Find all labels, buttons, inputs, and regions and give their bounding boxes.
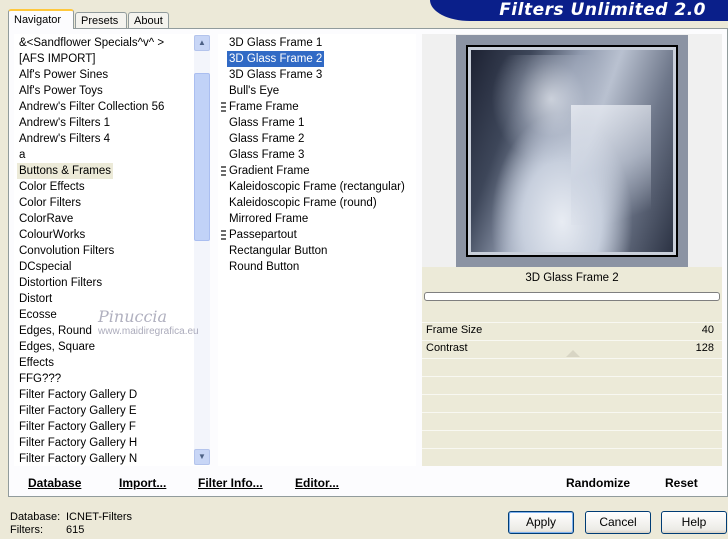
filter-item[interactable]: Mirrored Frame bbox=[229, 211, 308, 227]
scroll-thumb[interactable] bbox=[194, 73, 210, 241]
slider-value: 128 bbox=[695, 342, 714, 354]
category-scrollbar[interactable]: ▲ ▼ bbox=[194, 35, 210, 465]
import-button[interactable]: Import... bbox=[119, 476, 166, 490]
category-item[interactable]: Alf's Power Toys bbox=[19, 83, 103, 99]
filter-item[interactable]: Kaleidoscopic Frame (round) bbox=[229, 195, 377, 211]
category-item[interactable]: ColorRave bbox=[19, 211, 73, 227]
category-item[interactable]: [AFS IMPORT] bbox=[19, 51, 95, 67]
filter-item[interactable]: Bull's Eye bbox=[229, 83, 279, 99]
category-item[interactable]: Andrew's Filters 4 bbox=[19, 131, 110, 147]
category-item[interactable]: Filter Factory Gallery H bbox=[19, 435, 137, 451]
category-item[interactable]: Convolution Filters bbox=[19, 243, 114, 259]
category-item[interactable]: a bbox=[19, 147, 25, 163]
category-item-selected[interactable]: Buttons & Frames bbox=[17, 163, 114, 179]
editor-button[interactable]: Editor... bbox=[295, 476, 339, 490]
database-label: Database: bbox=[10, 511, 61, 523]
slider-marker[interactable] bbox=[566, 350, 580, 357]
category-item[interactable]: Color Filters bbox=[19, 195, 81, 211]
cancel-button[interactable]: Cancel bbox=[585, 511, 651, 534]
grip-icon bbox=[221, 102, 226, 112]
empty-slider-slot bbox=[422, 412, 722, 429]
watermark-url: www.maidiregrafica.eu bbox=[98, 326, 199, 337]
category-item[interactable]: &<Sandflower Specials^v^ > bbox=[19, 35, 164, 51]
empty-slider-slot bbox=[422, 394, 722, 411]
slider-label: Frame Size bbox=[426, 324, 483, 336]
filter-progress-bar bbox=[424, 292, 720, 301]
category-item[interactable]: Distort bbox=[19, 291, 52, 307]
filters-count-label: Filters: bbox=[10, 524, 43, 536]
category-item[interactable]: Filter Factory Gallery N bbox=[19, 451, 137, 466]
category-item[interactable]: Andrew's Filter Collection 56 bbox=[19, 99, 164, 115]
category-item[interactable]: Edges, Square bbox=[19, 339, 95, 355]
selected-filter-name: 3D Glass Frame 2 bbox=[525, 272, 619, 284]
watermark-name: Pinuccia bbox=[98, 307, 168, 326]
filter-item[interactable]: Glass Frame 1 bbox=[229, 115, 304, 131]
scroll-down-button[interactable]: ▼ bbox=[194, 449, 210, 465]
randomize-button[interactable]: Randomize bbox=[566, 476, 630, 490]
filter-item[interactable]: Rectangular Button bbox=[229, 243, 327, 259]
category-item[interactable]: Edges, Round bbox=[19, 323, 92, 339]
reset-button[interactable]: Reset bbox=[665, 476, 698, 490]
database-info: Database: ICNET-Filters Filters: 615 bbox=[10, 511, 132, 537]
filter-item[interactable]: 3D Glass Frame 3 bbox=[229, 67, 322, 83]
category-item[interactable]: Distortion Filters bbox=[19, 275, 102, 291]
database-button[interactable]: Database bbox=[28, 476, 81, 490]
category-item[interactable]: Alf's Power Sines bbox=[19, 67, 108, 83]
database-value: ICNET-Filters bbox=[66, 511, 132, 523]
apply-button[interactable]: Apply bbox=[508, 511, 574, 534]
empty-slider-slot bbox=[422, 358, 722, 375]
preview-snow-path bbox=[571, 105, 651, 225]
filter-item[interactable]: Glass Frame 3 bbox=[229, 147, 304, 163]
grip-icon bbox=[221, 230, 226, 240]
category-item[interactable]: ColourWorks bbox=[19, 227, 85, 243]
grip-icon bbox=[221, 166, 226, 176]
category-item[interactable]: Ecosse bbox=[19, 307, 57, 323]
empty-slider-slot bbox=[422, 376, 722, 393]
slider-label: Contrast bbox=[426, 342, 468, 354]
preview-image[interactable] bbox=[456, 35, 688, 267]
filter-item[interactable]: 3D Glass Frame 1 bbox=[229, 35, 322, 51]
filter-item[interactable]: Frame Frame bbox=[229, 99, 299, 115]
category-item[interactable]: FFG??? bbox=[19, 371, 61, 387]
tab-about[interactable]: About bbox=[128, 12, 169, 28]
category-list[interactable]: &<Sandflower Specials^v^ > [AFS IMPORT] … bbox=[14, 34, 210, 466]
tab-navigator[interactable]: Navigator bbox=[8, 9, 74, 29]
filter-item[interactable]: Round Button bbox=[229, 259, 299, 275]
scroll-up-button[interactable]: ▲ bbox=[194, 35, 210, 51]
tab-presets[interactable]: Presets bbox=[75, 12, 127, 28]
slider-frame-size[interactable]: Frame Size 40 bbox=[422, 322, 722, 339]
filter-list[interactable]: 3D Glass Frame 1 3D Glass Frame 2 3D Gla… bbox=[218, 34, 416, 466]
filters-count-value: 615 bbox=[66, 524, 85, 536]
app-title-banner: Filters Unlimited 2.0 bbox=[430, 0, 728, 21]
category-item[interactable]: Filter Factory Gallery E bbox=[19, 403, 137, 419]
preview-photo bbox=[468, 47, 676, 255]
filter-info-button[interactable]: Filter Info... bbox=[198, 476, 263, 490]
filter-item[interactable]: Gradient Frame bbox=[229, 163, 310, 179]
slider-value: 40 bbox=[701, 324, 714, 336]
filter-item[interactable]: Kaleidoscopic Frame (rectangular) bbox=[229, 179, 405, 195]
category-item[interactable]: Andrew's Filters 1 bbox=[19, 115, 110, 131]
category-item[interactable]: Filter Factory Gallery F bbox=[19, 419, 136, 435]
category-item[interactable]: DCspecial bbox=[19, 259, 71, 275]
category-item[interactable]: Effects bbox=[19, 355, 54, 371]
empty-slider-slot bbox=[422, 448, 722, 465]
filter-item-selected[interactable]: 3D Glass Frame 2 bbox=[227, 51, 325, 67]
category-item[interactable]: Color Effects bbox=[19, 179, 85, 195]
filter-item[interactable]: Glass Frame 2 bbox=[229, 131, 304, 147]
filter-item[interactable]: Passepartout bbox=[229, 227, 297, 243]
help-button[interactable]: Help bbox=[661, 511, 727, 534]
empty-slider-slot bbox=[422, 430, 722, 447]
category-item[interactable]: Filter Factory Gallery D bbox=[19, 387, 137, 403]
